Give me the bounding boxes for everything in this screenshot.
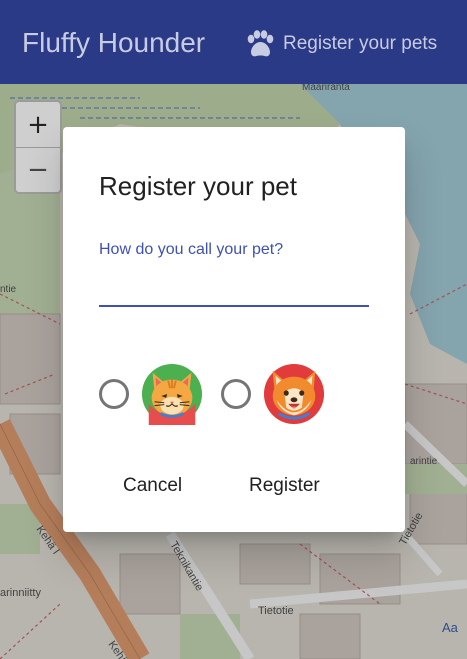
cat-radio[interactable] [99, 379, 129, 409]
dog-icon [263, 363, 325, 425]
register-button[interactable]: Register [241, 471, 328, 501]
pet-option-dog[interactable] [221, 363, 325, 425]
cancel-button[interactable]: Cancel [115, 471, 190, 501]
pet-name-input[interactable] [99, 267, 369, 307]
zoom-control: + − [14, 100, 62, 194]
app-bar: Fluffy Hounder Register your pets [0, 0, 467, 84]
register-pet-dialog: Register your pet How do you call your p… [63, 127, 405, 532]
pet-option-cat[interactable] [99, 363, 203, 425]
dog-radio[interactable] [221, 379, 251, 409]
pet-name-label: How do you call your pet? [99, 241, 284, 258]
cat-icon [141, 363, 203, 425]
register-pets-link[interactable]: Register your pets [243, 26, 437, 62]
zoom-in-button[interactable]: + [16, 102, 60, 147]
app-title: Fluffy Hounder [22, 27, 206, 58]
register-pets-label: Register your pets [283, 33, 438, 54]
zoom-out-button[interactable]: − [16, 147, 60, 192]
paw-icon [247, 30, 274, 57]
dialog-title: Register your pet [99, 171, 297, 201]
